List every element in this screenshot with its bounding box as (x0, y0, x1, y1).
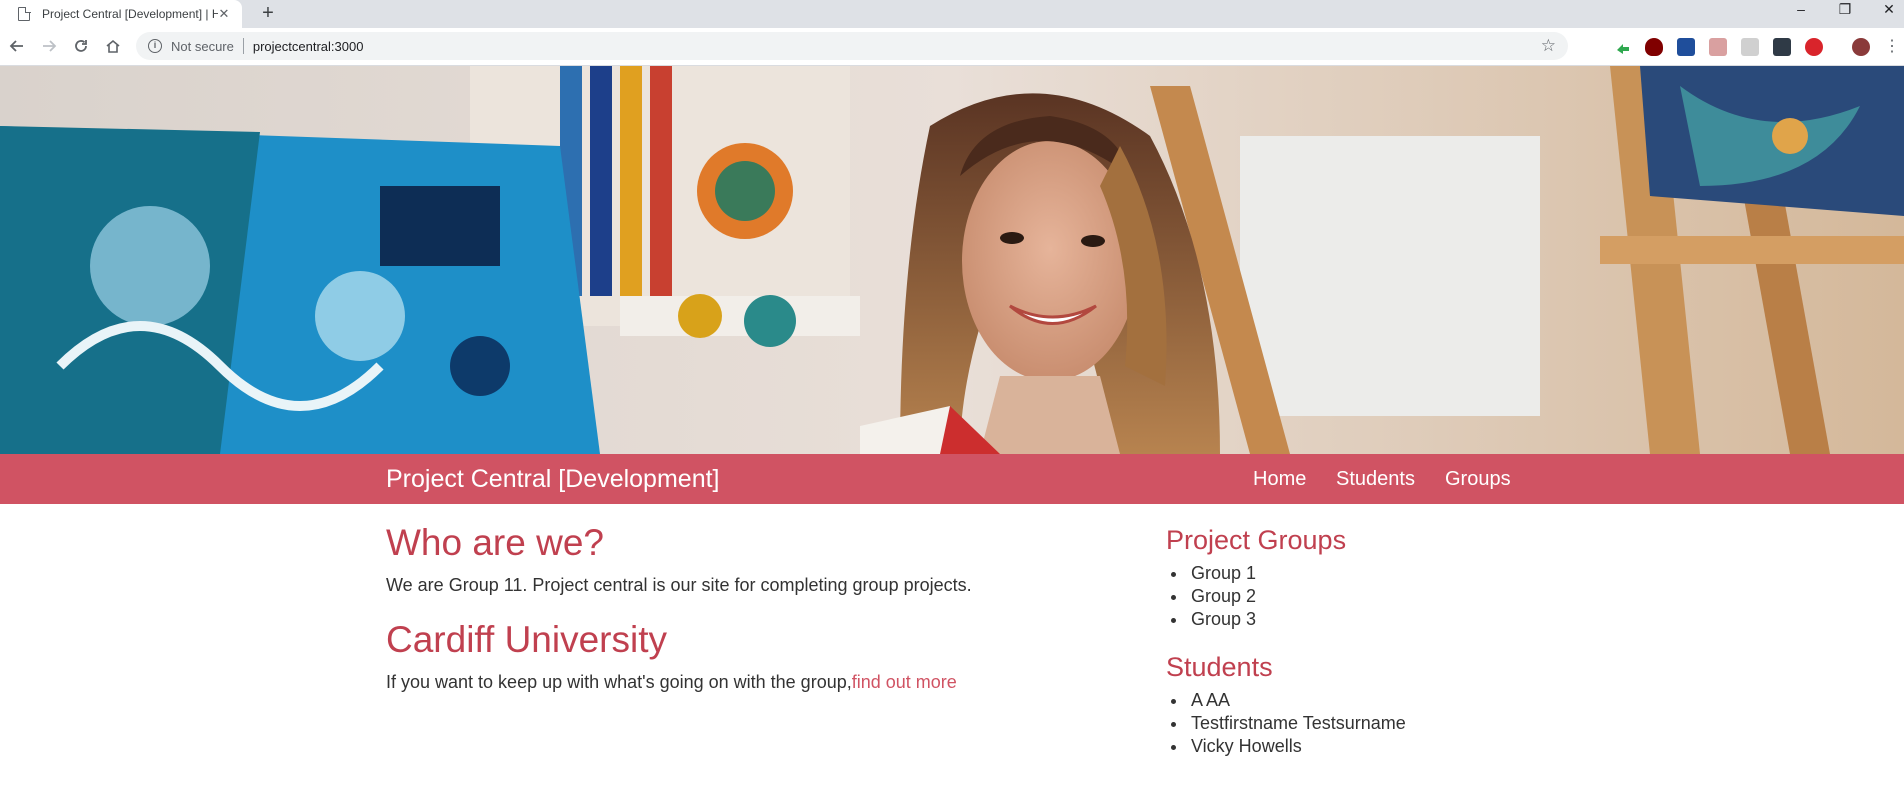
devtools-extension-icon[interactable] (1773, 38, 1791, 56)
hero-image (0, 66, 1904, 454)
about-heading: Who are we? (386, 522, 604, 563)
group-item[interactable]: Group 2 (1166, 585, 1256, 608)
info-icon[interactable]: i (148, 39, 162, 53)
project-groups-heading: Project Groups (1166, 525, 1347, 555)
forward-icon[interactable] (38, 35, 60, 57)
restore-icon[interactable]: ❐ (1830, 0, 1860, 20)
minimize-icon[interactable]: – (1786, 0, 1816, 20)
menu-dots-icon[interactable]: ⋮ (1884, 38, 1900, 56)
reload-icon[interactable] (70, 35, 92, 57)
pdf-extension-icon[interactable] (1709, 38, 1727, 56)
students-list: A AA Testfirstname Testsurname Vicky How… (1166, 689, 1406, 758)
url-text[interactable]: projectcentral:3000 (253, 39, 364, 54)
back-icon[interactable] (6, 35, 28, 57)
student-item[interactable]: A AA (1166, 689, 1406, 712)
home-icon[interactable] (102, 35, 124, 57)
profile-avatar[interactable] (1852, 38, 1870, 56)
about-text: We are Group 11. Project central is our … (386, 575, 972, 595)
omnibox-divider (242, 38, 244, 54)
extension-red-icon[interactable] (1805, 38, 1823, 56)
close-window-icon[interactable]: ✕ (1874, 0, 1904, 20)
site-navbar: Project Central [Development] Home Stude… (0, 454, 1904, 504)
find-out-more-link[interactable]: find out more (852, 672, 957, 692)
hero-art-studio-illustration (0, 66, 1904, 454)
tab-title: Project Central [Development] | H (42, 7, 218, 21)
copy-extension-icon[interactable] (1741, 38, 1759, 56)
student-item[interactable]: Testfirstname Testsurname (1166, 712, 1406, 735)
browser-tabstrip: Project Central [Development] | H ✕ + – … (0, 0, 1904, 28)
close-tab-icon[interactable]: ✕ (216, 6, 232, 22)
university-heading: Cardiff University (386, 619, 668, 660)
group-item[interactable]: Group 3 (1166, 608, 1256, 631)
bookmark-star-icon[interactable]: ☆ (1541, 36, 1556, 56)
browser-tab[interactable]: Project Central [Development] | H ✕ (0, 0, 242, 28)
browser-toolbar: i Not secure projectcentral:3000 ☆ ⋮ (0, 28, 1904, 66)
site-brand[interactable]: Project Central [Development] (386, 465, 719, 494)
nav-link-groups[interactable]: Groups (1445, 468, 1511, 491)
page-icon (18, 6, 31, 21)
students-heading: Students (1166, 652, 1273, 682)
group-item[interactable]: Group 1 (1166, 562, 1256, 585)
project-groups-list: Group 1 Group 2 Group 3 (1166, 562, 1256, 631)
university-paragraph: If you want to keep up with what's going… (386, 672, 957, 693)
student-item[interactable]: Vicky Howells (1166, 735, 1406, 758)
new-tab-button[interactable]: + (256, 2, 280, 26)
extension-arrow-icon[interactable] (1614, 38, 1632, 56)
nav-link-students[interactable]: Students (1336, 468, 1415, 491)
ublock-icon[interactable] (1645, 38, 1663, 56)
nav-link-home[interactable]: Home (1253, 468, 1306, 491)
university-text: If you want to keep up with what's going… (386, 672, 852, 692)
extension-news-icon[interactable] (1677, 38, 1695, 56)
address-bar[interactable]: i Not secure projectcentral:3000 ☆ (136, 32, 1568, 60)
main-content: Who are we? We are Group 11. Project cen… (0, 504, 1904, 806)
security-label: Not secure (171, 38, 234, 54)
